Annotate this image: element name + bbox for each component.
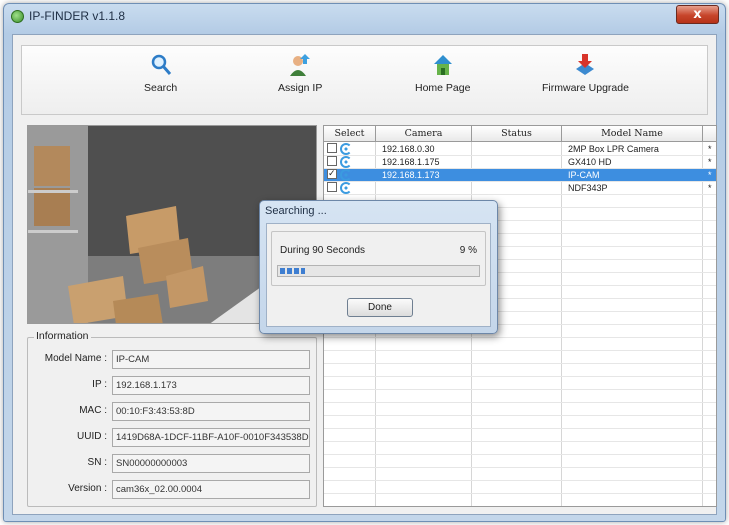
home-page-label: Home Page: [415, 82, 471, 94]
progress-group: During 90 Seconds 9 %: [271, 231, 486, 286]
uuid-label: UUID :: [77, 431, 107, 442]
firmware-upgrade-button[interactable]: Firmware Upgrade: [542, 52, 629, 94]
row-checkbox[interactable]: [327, 156, 337, 166]
search-button[interactable]: Search: [144, 52, 177, 94]
ip-field[interactable]: 192.168.1.173: [112, 376, 310, 395]
grid-row-line: [324, 363, 716, 364]
info-row-ip: IP : 192.168.1.173: [28, 376, 318, 396]
progress-fill: [280, 268, 305, 274]
version-field[interactable]: cam36x_02.00.0004: [112, 480, 310, 499]
info-row-version: Version : cam36x_02.00.0004: [28, 480, 318, 500]
grid-row-line: [324, 389, 716, 390]
row-mark: *: [708, 170, 712, 180]
row-mark: *: [708, 144, 712, 154]
toolbar: Search Assign IP Home Page Firmware Upgr…: [21, 45, 708, 115]
grid-row-line: [324, 337, 716, 338]
row-checkbox-checked[interactable]: [327, 167, 337, 179]
camera-icon: [340, 169, 352, 181]
model-name-field[interactable]: IP-CAM: [112, 350, 310, 369]
column-header-select[interactable]: Select: [324, 126, 376, 142]
camera-cell: 192.168.1.173: [382, 170, 440, 180]
grid-row-line: [324, 376, 716, 377]
magnifier-icon: [149, 52, 173, 78]
grid-row-line: [324, 194, 716, 195]
uuid-field[interactable]: 1419D68A-1DCF-11BF-A10F-0010F343538D: [112, 428, 310, 447]
app-window: IP-FINDER v1.1.8 x Search Assign IP Home…: [3, 3, 726, 522]
camera-cell: 192.168.1.175: [382, 157, 440, 167]
grid-row-line: [324, 480, 716, 481]
grid-row-line: [324, 402, 716, 403]
camera-icon: [340, 182, 352, 194]
assign-ip-button[interactable]: Assign IP: [278, 52, 322, 94]
search-duration-label: During 90 Seconds: [280, 245, 366, 256]
assign-ip-icon: [288, 52, 312, 78]
info-row-mac: MAC : 00:10:F3:43:53:8D: [28, 402, 318, 422]
done-button[interactable]: Done: [347, 298, 413, 317]
assign-ip-label: Assign IP: [278, 82, 323, 94]
mac-field[interactable]: 00:10:F3:43:53:8D: [112, 402, 310, 421]
sn-label: SN :: [87, 457, 107, 468]
info-row-sn: SN : SN00000000003: [28, 454, 318, 474]
row-mark: *: [708, 157, 712, 167]
sn-field[interactable]: SN00000000003: [112, 454, 310, 473]
progress-percent: 9 %: [459, 245, 477, 256]
grid-row-line: [324, 415, 716, 416]
dialog-title: Searching ...: [265, 205, 327, 217]
camera-icon: [340, 143, 352, 155]
grid-row-line: [324, 506, 716, 507]
row-mark: *: [708, 183, 712, 193]
searching-dialog: Searching ... During 90 Seconds 9 % Done: [259, 200, 498, 334]
information-panel: Information Model Name : IP-CAM IP : 192…: [27, 330, 318, 507]
model-cell: GX410 HD: [568, 157, 612, 167]
grid-row-line: [324, 454, 716, 455]
grid-row-line: [324, 350, 716, 351]
information-legend: Information: [34, 330, 91, 342]
grid-row-line: [324, 467, 716, 468]
firmware-upgrade-label: Firmware Upgrade: [542, 82, 629, 94]
model-cell: IP-CAM: [568, 170, 600, 180]
row-checkbox[interactable]: [327, 182, 337, 192]
grid-row-line: [324, 493, 716, 494]
table-row-selected[interactable]: 192.168.1.173 IP-CAM *: [324, 167, 716, 181]
column-header-status[interactable]: Status: [472, 126, 562, 142]
app-icon: [11, 10, 24, 23]
dialog-body: During 90 Seconds 9 % Done: [266, 223, 491, 327]
row-checkbox[interactable]: [327, 143, 337, 153]
camera-cell: 192.168.0.30: [382, 144, 435, 154]
camera-icon: [340, 156, 352, 168]
ip-label: IP :: [92, 379, 107, 390]
column-header-camera[interactable]: Camera: [376, 126, 472, 142]
model-cell: NDF343P: [568, 183, 608, 193]
grid-row-line: [324, 441, 716, 442]
table-row[interactable]: 192.168.0.30 2MP Box LPR Camera *: [324, 143, 716, 155]
mac-label: MAC :: [79, 405, 107, 416]
model-cell: 2MP Box LPR Camera: [568, 144, 659, 154]
firmware-icon: [573, 52, 597, 78]
window-title: IP-FINDER v1.1.8: [29, 9, 126, 23]
progress-bar: [277, 265, 480, 277]
table-row[interactable]: NDF343P *: [324, 182, 716, 194]
search-label: Search: [144, 82, 178, 94]
table-row[interactable]: 192.168.1.175 GX410 HD *: [324, 156, 716, 168]
home-page-button[interactable]: Home Page: [415, 52, 470, 94]
info-row-model-name: Model Name : IP-CAM: [28, 350, 318, 370]
grid-row-line: [324, 428, 716, 429]
info-row-uuid: UUID : 1419D68A-1DCF-11BF-A10F-0010F3435…: [28, 428, 318, 448]
column-header-model-name[interactable]: Model Name: [562, 126, 703, 142]
model-name-label: Model Name :: [44, 353, 107, 364]
title-bar[interactable]: IP-FINDER v1.1.8 x: [4, 4, 725, 30]
version-label: Version :: [68, 483, 107, 494]
close-button[interactable]: x: [676, 5, 719, 24]
home-icon: [431, 52, 455, 78]
column-header-extra: [703, 126, 716, 142]
